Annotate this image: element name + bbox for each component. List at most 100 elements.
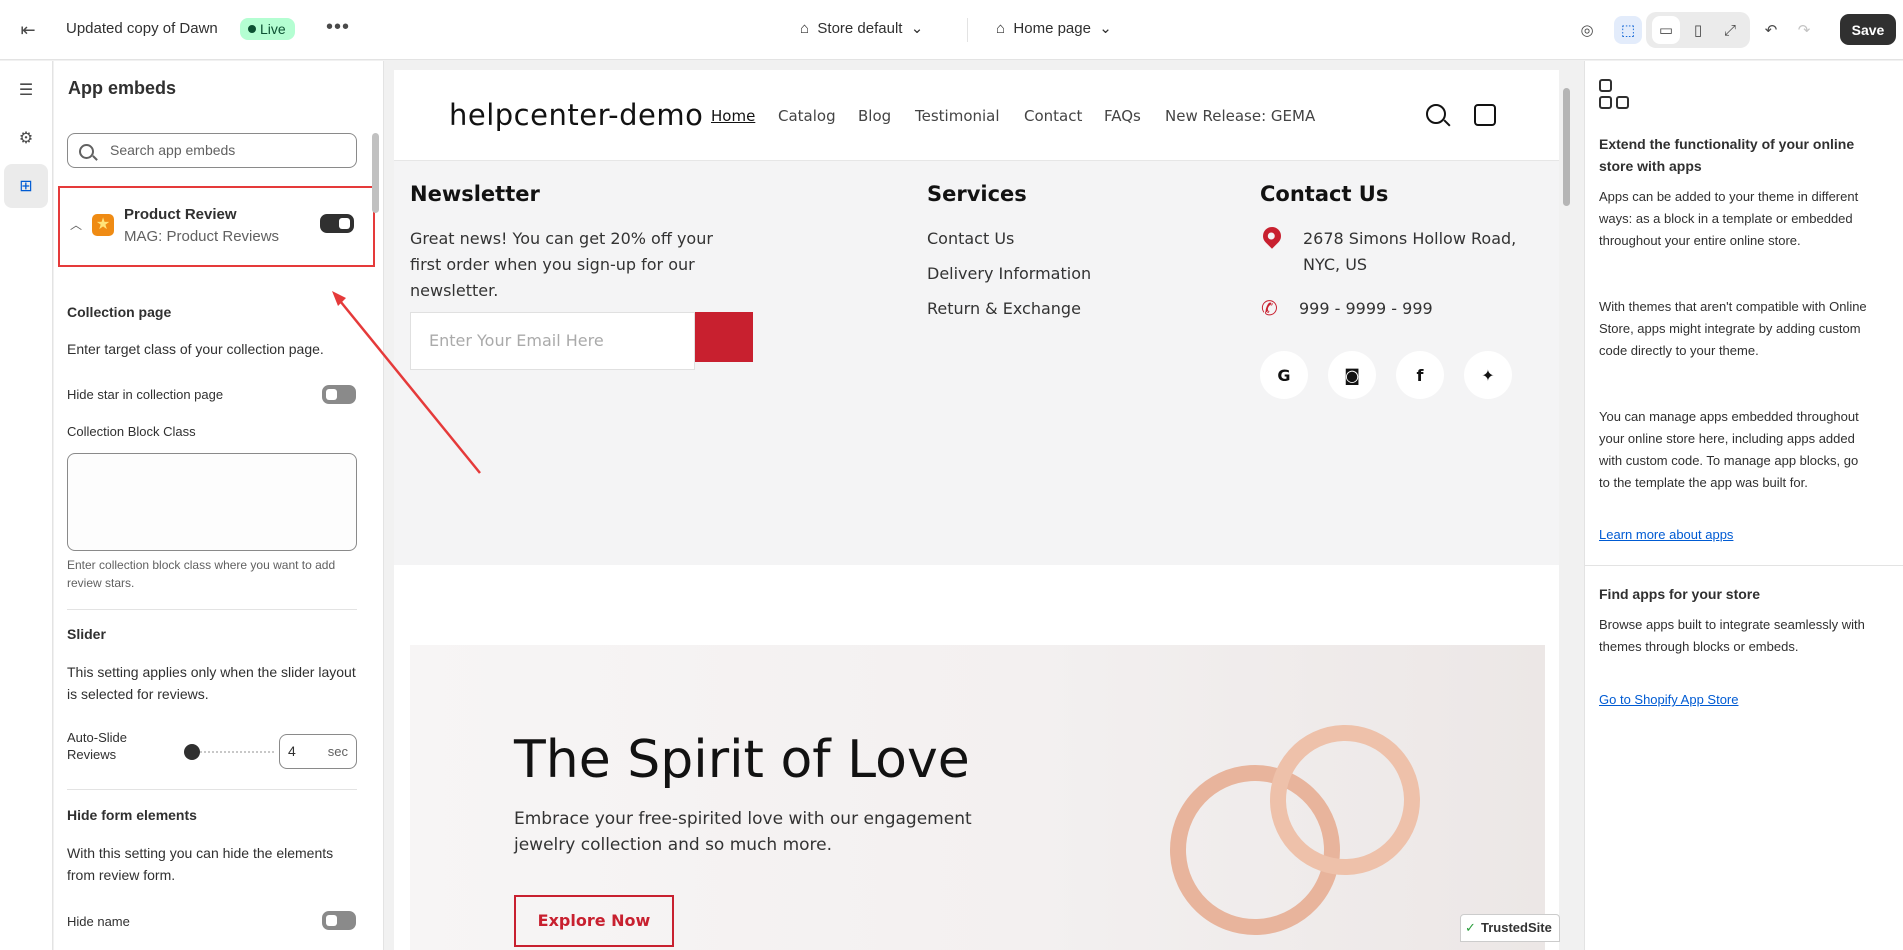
services-link-delivery[interactable]: Delivery Information <box>927 261 1091 287</box>
collection-block-class-field[interactable] <box>67 453 357 551</box>
collection-block-class-help: Enter collection block class where you w… <box>67 558 336 590</box>
google-icon[interactable]: G <box>1260 351 1308 399</box>
newsletter-text: Great news! You can get 20% off your fir… <box>410 229 713 300</box>
app-embeds-panel: App embeds Search app embeds ︿ ★ Product… <box>54 61 384 950</box>
app-embeds-icon[interactable]: ⊞ <box>4 164 48 208</box>
redo-icon[interactable]: ↷ <box>1790 16 1818 44</box>
banner-heading: The Spirit of Love <box>514 730 970 790</box>
nav-testimonial[interactable]: Testimonial <box>915 107 1000 125</box>
contact-heading: Contact Us <box>1260 182 1389 206</box>
find-apps-text: Browse apps built to integrate seamlessl… <box>1599 617 1865 654</box>
theme-title: Updated copy of Dawn <box>66 20 218 37</box>
auto-slide-label: Auto-Slide Reviews <box>67 730 127 762</box>
nav-home[interactable]: Home <box>711 107 755 125</box>
chevron-down-icon: ⌄ <box>1090 20 1112 37</box>
search-input[interactable]: Search app embeds <box>67 133 357 168</box>
phone-icon: ✆ <box>1261 296 1278 320</box>
nav-new-release[interactable]: New Release: GEMA <box>1165 107 1315 125</box>
apps-icon <box>1599 79 1633 113</box>
more-actions-button[interactable]: ••• <box>326 16 350 39</box>
auto-slide-input[interactable]: 4 sec <box>279 734 357 769</box>
services-link-contact[interactable]: Contact Us <box>927 226 1014 252</box>
newsletter-submit-button[interactable] <box>695 312 753 362</box>
fullscreen-view-icon[interactable]: ⤢ <box>1716 16 1744 44</box>
facebook-icon[interactable]: f <box>1396 351 1444 399</box>
nav-contact[interactable]: Contact <box>1024 107 1082 125</box>
preview-scrollbar[interactable] <box>1563 88 1570 206</box>
chevron-down-icon: ⌄ <box>902 20 924 37</box>
hide-name-toggle[interactable] <box>322 911 356 930</box>
extend-para-3: You can manage apps embedded throughout … <box>1599 409 1859 490</box>
slider-thumb[interactable] <box>184 744 200 760</box>
editor-sidebar-rail: ☰ ⚙ ⊞ <box>0 61 53 950</box>
undo-icon[interactable]: ↶ <box>1757 16 1785 44</box>
shopify-app-store-link[interactable]: Go to Shopify App Store <box>1599 692 1738 707</box>
newsletter-heading: Newsletter <box>410 182 540 206</box>
extend-para-1: Apps can be added to your theme in diffe… <box>1599 189 1859 248</box>
hero-banner: The Spirit of Love Embrace your free-spi… <box>410 645 1545 950</box>
newsletter-email-input[interactable]: Enter Your Email Here <box>410 312 695 370</box>
cart-icon[interactable] <box>1474 104 1496 126</box>
store-icon: ⌂ <box>800 20 818 37</box>
search-icon <box>79 144 94 159</box>
mobile-view-icon[interactable]: ▯ <box>1684 16 1712 44</box>
app-embed-product-review[interactable]: ︿ ★ Product Review MAG: Product Reviews <box>58 186 375 267</box>
slider-description: This setting applies only when the slide… <box>67 664 356 702</box>
save-button[interactable]: Save <box>1840 14 1896 45</box>
embed-name: Product Review <box>124 206 237 223</box>
panel-scrollbar[interactable] <box>372 133 379 213</box>
section-divider <box>67 609 357 610</box>
collection-page-description: Enter target class of your collection pa… <box>67 341 324 357</box>
chevron-up-icon[interactable]: ︿ <box>70 216 82 233</box>
embed-app-name: MAG: Product Reviews <box>124 228 280 245</box>
live-badge: Live <box>240 18 295 40</box>
exit-icon[interactable]: ⇤ <box>16 18 40 42</box>
instagram-icon[interactable]: ◙ <box>1328 351 1376 399</box>
banner-text: Embrace your free-spirited love with our… <box>514 809 972 855</box>
hide-name-label: Hide name <box>67 914 130 929</box>
sections-icon[interactable]: ☰ <box>4 68 48 112</box>
panel-divider <box>1585 565 1903 566</box>
hide-form-heading: Hide form elements <box>67 807 197 823</box>
desktop-view-icon[interactable]: ▭ <box>1652 16 1680 44</box>
storefront-preview: helpcenter-demo Home Catalog Blog Testim… <box>394 70 1559 950</box>
store-selector[interactable]: ⌂ Store default ⌄ <box>800 19 923 37</box>
services-heading: Services <box>927 182 1027 206</box>
learn-more-apps-link[interactable]: Learn more about apps <box>1599 527 1733 542</box>
hide-star-toggle[interactable] <box>322 385 356 404</box>
inspector-icon[interactable]: ⬚ <box>1614 16 1642 44</box>
location-pin-icon <box>1259 223 1285 249</box>
store-header: helpcenter-demo Home Catalog Blog Testim… <box>394 70 1559 161</box>
contact-address: 2678 Simons Hollow Road, NYC, US <box>1303 229 1517 274</box>
topbar-divider <box>967 18 968 42</box>
nav-catalog[interactable]: Catalog <box>778 107 836 125</box>
slider-heading: Slider <box>67 626 106 642</box>
section-divider <box>67 789 357 790</box>
app-info-panel: Extend the functionality of your online … <box>1584 61 1903 950</box>
find-apps-heading: Find apps for your store <box>1599 586 1761 602</box>
store-logo[interactable]: helpcenter-demo <box>449 98 703 132</box>
store-selector-label: Store default <box>817 20 903 37</box>
hide-star-label: Hide star in collection page <box>67 387 224 402</box>
twitter-icon[interactable]: ✦ <box>1464 351 1512 399</box>
hide-form-description: With this setting you can hide the eleme… <box>67 845 334 883</box>
trustedsite-badge[interactable]: TrustedSite <box>1460 914 1560 942</box>
nav-blog[interactable]: Blog <box>858 107 891 125</box>
search-icon[interactable] <box>1426 104 1446 124</box>
sidekick-icon[interactable]: ◎ <box>1573 16 1601 44</box>
explore-now-button[interactable]: Explore Now <box>514 895 674 947</box>
nav-faqs[interactable]: FAQs <box>1104 107 1141 125</box>
editor-topbar: ⇤ Updated copy of Dawn Live ••• ⌂ Store … <box>0 0 1903 60</box>
extend-para-2: With themes that aren't compatible with … <box>1599 299 1867 358</box>
settings-gear-icon[interactable]: ⚙ <box>4 116 48 160</box>
page-selector[interactable]: ⌂ Home page ⌄ <box>996 19 1112 37</box>
panel-title: App embeds <box>68 78 177 98</box>
services-link-returns[interactable]: Return & Exchange <box>927 296 1081 322</box>
auto-slide-value: 4 <box>288 743 296 759</box>
embed-enable-toggle[interactable] <box>320 214 354 233</box>
auto-slide-slider[interactable] <box>184 744 274 760</box>
store-footer: Newsletter Great news! You can get 20% o… <box>394 161 1559 565</box>
star-app-icon: ★ <box>92 214 114 236</box>
extend-heading: Extend the functionality of your online … <box>1599 136 1855 174</box>
contact-phone: 999 - 9999 - 999 <box>1299 299 1433 318</box>
